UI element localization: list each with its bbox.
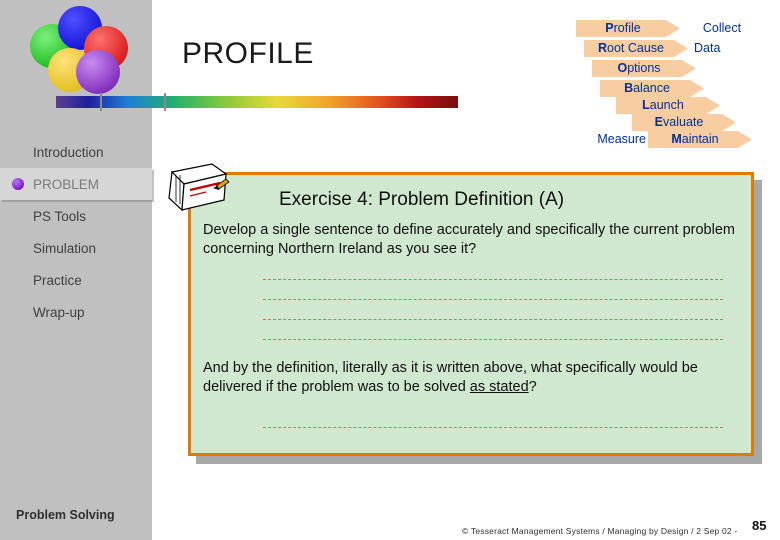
chevron-step-root-cause[interactable]: Root Cause bbox=[584, 40, 688, 57]
chevron-label: Root Cause bbox=[597, 41, 664, 55]
sidebar-item-label: Simulation bbox=[33, 240, 97, 256]
chevron-step-evaluate[interactable]: Evaluate bbox=[632, 114, 736, 131]
paragraph-2-pre: And by the definition, literally as it i… bbox=[203, 360, 698, 395]
sidebar-item-problem[interactable]: PROBLEM bbox=[0, 168, 152, 200]
notepad-pencil-icon bbox=[168, 163, 230, 212]
chevron-annotation-data: Data bbox=[694, 41, 721, 55]
chevron-label: Launch bbox=[642, 98, 684, 112]
sidebar-item-wrap-up[interactable]: Wrap-up bbox=[0, 296, 152, 328]
chevron-step-balance[interactable]: Balance bbox=[600, 80, 704, 97]
chevron-label: Balance bbox=[624, 81, 670, 95]
chevron-label: Maintain bbox=[671, 132, 719, 146]
chevron-step-launch[interactable]: Launch bbox=[616, 97, 720, 114]
chevron-label: Profile bbox=[605, 21, 641, 35]
sidebar-item-simulation[interactable]: Simulation bbox=[0, 232, 152, 264]
answer-line[interactable] bbox=[263, 319, 723, 320]
chevron-step-maintain[interactable]: Maintain bbox=[648, 131, 752, 148]
sidebar-item-label: PROBLEM bbox=[33, 176, 100, 192]
chevron-step-profile[interactable]: Profile bbox=[576, 20, 680, 37]
chevron-annotation-collect: Collect bbox=[702, 21, 742, 35]
page-title: PROFILE bbox=[182, 37, 314, 70]
answer-line[interactable] bbox=[263, 299, 723, 300]
paragraph-2-post: ? bbox=[528, 379, 537, 395]
five-circle-logo bbox=[26, 6, 134, 94]
sidebar-footer-label: Problem Solving bbox=[16, 508, 115, 522]
profile-process-chevrons: Profile Root Cause Options Balance Launc… bbox=[576, 10, 772, 144]
rainbow-tick bbox=[100, 93, 102, 111]
chevron-label: Evaluate bbox=[654, 115, 704, 129]
footer-copyright: © Tesseract Management Systems / Managin… bbox=[462, 526, 738, 536]
exercise-card: Exercise 4: Problem Definition (A) Devel… bbox=[188, 172, 754, 456]
sidebar-item-label: Introduction bbox=[33, 144, 104, 160]
sidebar: Introduction PROBLEM PS Tools Simulation… bbox=[0, 0, 152, 540]
sidebar-item-practice[interactable]: Practice bbox=[0, 264, 152, 296]
sidebar-item-label: Practice bbox=[33, 272, 82, 288]
sidebar-item-label: Wrap-up bbox=[33, 304, 85, 320]
sidebar-item-introduction[interactable]: Introduction bbox=[0, 136, 152, 168]
sidebar-item-label: PS Tools bbox=[33, 208, 87, 224]
exercise-paragraph-1: Develop a single sentence to define accu… bbox=[203, 222, 735, 257]
exercise-heading: Exercise 4: Problem Definition (A) bbox=[279, 189, 565, 210]
chevron-label: Options bbox=[617, 61, 661, 75]
answer-line[interactable] bbox=[263, 427, 723, 428]
exercise-paragraph-2: And by the definition, literally as it i… bbox=[203, 359, 749, 397]
page-number: 85 bbox=[752, 518, 767, 533]
paragraph-2-underlined: as stated bbox=[469, 379, 529, 395]
logo-circle-purple bbox=[76, 50, 120, 94]
answer-line[interactable] bbox=[263, 279, 723, 280]
bullet-icon bbox=[12, 178, 24, 190]
chevron-annotation-measure: Measure bbox=[597, 132, 646, 146]
rainbow-gradient-bar bbox=[56, 93, 458, 111]
sidebar-item-ps-tools[interactable]: PS Tools bbox=[0, 200, 152, 232]
rainbow-tick bbox=[164, 93, 166, 111]
sidebar-nav: Introduction PROBLEM PS Tools Simulation… bbox=[0, 136, 152, 328]
answer-line[interactable] bbox=[263, 339, 723, 340]
chevron-step-options[interactable]: Options bbox=[592, 60, 696, 77]
